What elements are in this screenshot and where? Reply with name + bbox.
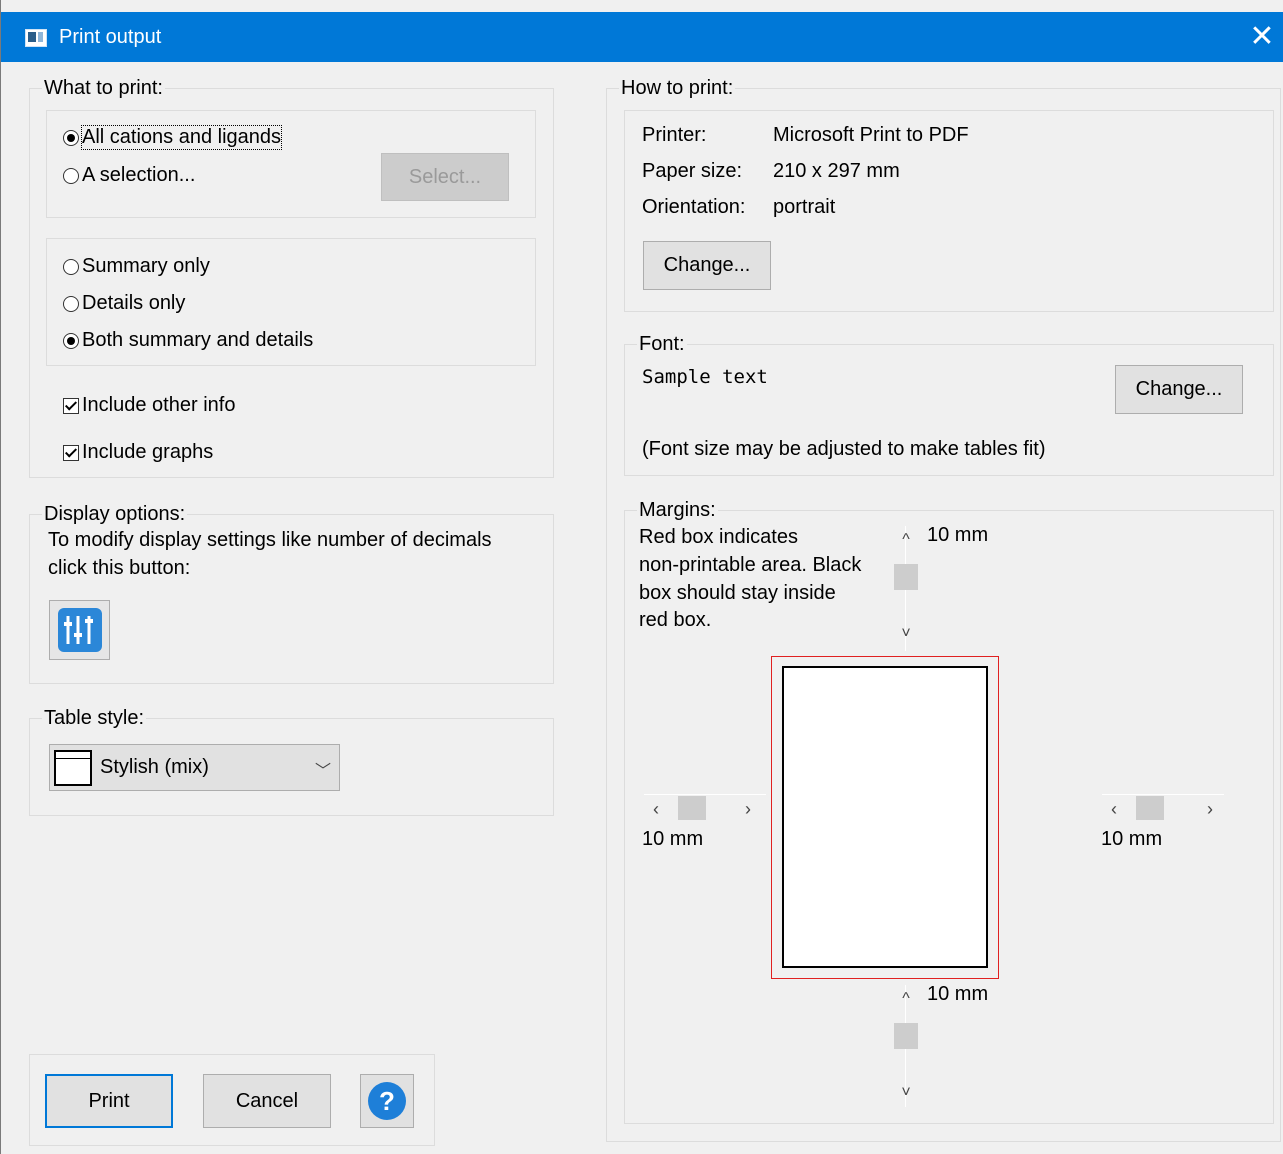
- radio-all-cations[interactable]: All cations and ligands: [63, 125, 283, 150]
- font-sample-text: Sample text: [642, 366, 768, 388]
- scroll-right-icon[interactable]: ›: [1198, 796, 1222, 822]
- margins-legend: Margins:: [637, 498, 718, 522]
- scroll-thumb[interactable]: [1136, 796, 1164, 820]
- radio-details-label: Details only: [82, 292, 186, 314]
- scroll-thumb[interactable]: [894, 1023, 918, 1049]
- print-output-dialog: Print output ✕ What to print: All cation…: [0, 0, 1283, 1154]
- chevron-down-icon: ﹀: [314, 763, 331, 780]
- app-icon: [25, 29, 47, 47]
- display-options-text-1: To modify display settings like number o…: [48, 529, 492, 551]
- radio-selection[interactable]: A selection...: [63, 164, 195, 187]
- scroll-left-icon[interactable]: ‹: [1102, 796, 1126, 822]
- left-margin-scrollbar[interactable]: ‹ ›: [644, 794, 766, 822]
- left-margin-value: 10 mm: [642, 828, 704, 850]
- printer-value: Microsoft Print to PDF: [773, 124, 969, 146]
- table-style-legend: Table style:: [42, 706, 147, 730]
- table-style-swatch-icon: [54, 749, 92, 786]
- radio-dot: [63, 258, 79, 275]
- cancel-button[interactable]: Cancel: [203, 1074, 331, 1128]
- printer-label: Printer:: [642, 124, 707, 146]
- include-graphs-label: Include graphs: [82, 441, 214, 463]
- radio-all-label: All cations and ligands: [80, 125, 283, 150]
- include-other-info-checkbox[interactable]: Include other info: [63, 394, 235, 417]
- table-style-dropdown[interactable]: Stylish (mix) ﹀: [49, 744, 340, 791]
- display-options-text-2: click this button:: [48, 557, 191, 579]
- orientation-value: portrait: [773, 196, 836, 218]
- select-button[interactable]: Select...: [381, 153, 509, 201]
- title-bar: Print output ✕: [1, 12, 1283, 62]
- margins-desc-1: Red box indicates: [639, 526, 798, 548]
- radio-dot: [63, 167, 79, 184]
- scroll-track: [1102, 794, 1224, 795]
- display-settings-button[interactable]: [49, 600, 110, 660]
- include-other-info-label: Include other info: [82, 394, 236, 416]
- scroll-right-icon[interactable]: ›: [736, 796, 760, 822]
- scroll-up-icon[interactable]: ^: [894, 987, 918, 1011]
- top-margin-value: 10 mm: [927, 524, 989, 546]
- radio-summary-only[interactable]: Summary only: [63, 255, 210, 278]
- orientation-label: Orientation:: [642, 196, 746, 218]
- radio-dot: [63, 129, 79, 146]
- scroll-track: [644, 794, 766, 795]
- help-button[interactable]: ?: [360, 1074, 414, 1128]
- scroll-left-icon[interactable]: ‹: [644, 796, 668, 822]
- radio-summary-label: Summary only: [82, 255, 210, 277]
- margins-desc-4: red box.: [639, 609, 712, 631]
- radio-both-label: Both summary and details: [82, 329, 314, 351]
- bottom-margin-scrollbar[interactable]: ^ ˅: [894, 985, 918, 1107]
- close-icon[interactable]: ✕: [1242, 18, 1282, 56]
- checkbox-box: [63, 397, 79, 414]
- change-font-button[interactable]: Change...: [1115, 365, 1243, 414]
- settings-sliders-icon: [57, 608, 102, 652]
- radio-details-only[interactable]: Details only: [63, 292, 185, 315]
- scroll-down-icon[interactable]: ˅: [894, 622, 918, 646]
- change-printer-button[interactable]: Change...: [643, 241, 771, 290]
- scroll-up-icon[interactable]: ^: [894, 528, 918, 552]
- font-legend: Font:: [637, 332, 687, 356]
- scroll-down-icon[interactable]: ˅: [894, 1081, 918, 1105]
- right-margin-scrollbar[interactable]: ‹ ›: [1102, 794, 1224, 822]
- paper-size-value: 210 x 297 mm: [773, 160, 900, 182]
- radio-both[interactable]: Both summary and details: [63, 329, 313, 352]
- include-graphs-checkbox[interactable]: Include graphs: [63, 441, 213, 464]
- right-margin-value: 10 mm: [1101, 828, 1163, 850]
- radio-dot: [63, 332, 79, 349]
- paper-size-label: Paper size:: [642, 160, 743, 182]
- scroll-thumb[interactable]: [894, 564, 918, 590]
- top-margin-scrollbar[interactable]: ^ ˅: [894, 526, 918, 651]
- display-options-legend: Display options:: [42, 502, 188, 526]
- page-content-box: [782, 666, 988, 968]
- help-icon: ?: [368, 1082, 406, 1120]
- table-style-selected: Stylish (mix): [100, 756, 209, 778]
- checkbox-box: [63, 444, 79, 461]
- margins-desc-2: non-printable area. Black: [639, 554, 862, 576]
- font-note: (Font size may be adjusted to make table…: [642, 438, 1046, 460]
- radio-selection-label: A selection...: [82, 164, 196, 186]
- radio-dot: [63, 295, 79, 312]
- print-button[interactable]: Print: [45, 1074, 173, 1128]
- what-to-print-legend: What to print:: [42, 76, 165, 100]
- bottom-margin-value: 10 mm: [927, 983, 989, 1005]
- window-title: Print output: [59, 26, 162, 48]
- how-to-print-legend: How to print:: [619, 76, 736, 100]
- margins-desc-3: box should stay inside: [639, 582, 836, 604]
- scroll-thumb[interactable]: [678, 796, 706, 820]
